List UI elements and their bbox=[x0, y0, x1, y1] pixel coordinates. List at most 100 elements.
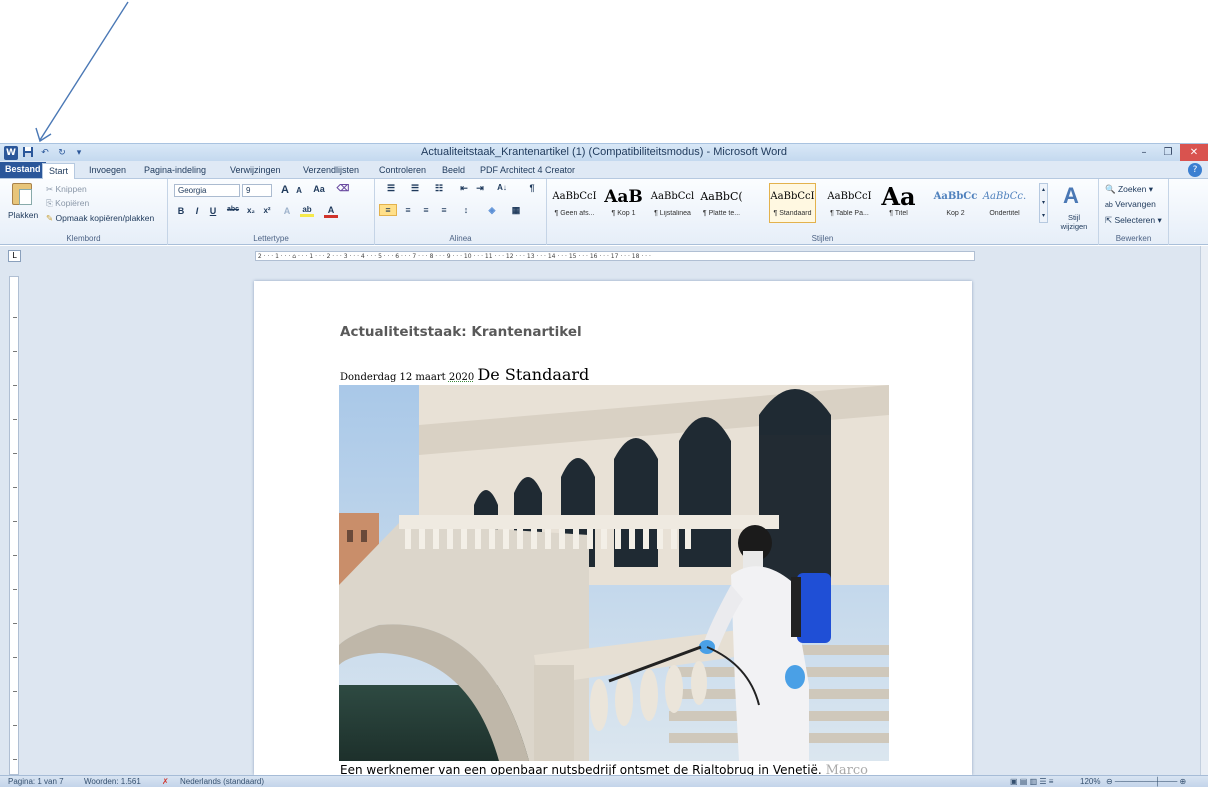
window-title: Actualiteitstaak_Krantenartikel (1) (Com… bbox=[421, 146, 787, 158]
style-standard[interactable]: AaBbCcI ¶ Standaard bbox=[769, 183, 816, 223]
tab-selector[interactable]: L bbox=[8, 250, 21, 262]
group-font: Georgia 9 A A Aa ⌫ B I U abc x₂ x² A ab … bbox=[168, 179, 375, 245]
line-spacing-icon[interactable]: ↕ bbox=[459, 205, 473, 215]
group-editing: 🔍 Zoeken ▾ ab Vervangen ⇱ Selecteren ▾ B… bbox=[1099, 179, 1169, 245]
article-date: Donderdag 12 maart bbox=[340, 372, 446, 383]
format-painter-button[interactable]: ✎ Opmaak kopiëren/plakken bbox=[46, 213, 154, 224]
select-arrow-icon: ⇱ bbox=[1105, 215, 1113, 225]
dateline: Donderdag 12 maart 2020 De Standaard bbox=[340, 365, 589, 384]
binoculars-icon: 🔍 bbox=[1105, 184, 1116, 194]
tab-insert[interactable]: Invoegen bbox=[83, 163, 132, 179]
shading-icon[interactable]: ◈ bbox=[485, 205, 499, 216]
tab-pdf-architect[interactable]: PDF Architect 4 Creator bbox=[474, 163, 581, 179]
help-icon[interactable]: ? bbox=[1188, 163, 1202, 177]
word-count[interactable]: Woorden: 1.561 bbox=[84, 777, 141, 786]
newspaper-name: De Standaard bbox=[477, 365, 590, 384]
document-title: Actualiteitstaak: Krantenartikel bbox=[340, 324, 582, 340]
format-painter-icon: ✎ bbox=[46, 213, 54, 223]
style-subtitle[interactable]: AaBbCc. Ondertitel bbox=[981, 183, 1028, 223]
tab-view[interactable]: Beeld bbox=[436, 163, 471, 179]
change-case-icon[interactable]: Aa bbox=[312, 184, 326, 194]
borders-icon[interactable]: ▦ bbox=[509, 205, 523, 216]
highlight-icon[interactable]: ab bbox=[300, 205, 314, 217]
align-right-icon[interactable]: ≡ bbox=[419, 205, 433, 215]
decrease-indent-icon[interactable]: ⇤ bbox=[457, 183, 471, 194]
article-photo[interactable] bbox=[339, 385, 889, 761]
increase-indent-icon[interactable]: ⇥ bbox=[473, 183, 487, 194]
group-label-clipboard: Klembord bbox=[66, 234, 101, 243]
replace-icon: ab bbox=[1105, 202, 1113, 209]
tab-start[interactable]: Start bbox=[42, 163, 76, 179]
view-buttons[interactable]: ▣ ▤ ▥ ☰ ≡ bbox=[1010, 777, 1053, 786]
page-count[interactable]: Pagina: 1 van 7 bbox=[8, 777, 64, 786]
replace-button[interactable]: ab Vervangen bbox=[1105, 199, 1156, 209]
clear-formatting-icon[interactable]: ⌫ bbox=[336, 183, 350, 194]
proofing-error-icon[interactable]: ✗ bbox=[162, 777, 169, 786]
grow-font-icon[interactable]: A bbox=[278, 184, 292, 196]
ribbon: Plakken ✂ Knippen ⎘ Kopiëren ✎ Opmaak ko… bbox=[0, 179, 1208, 245]
restore-button[interactable]: ❐ bbox=[1156, 144, 1180, 162]
annotation-arrow bbox=[35, 1, 129, 143]
horizontal-ruler[interactable]: 2 · · · 1 · · · ⌂ · · · 1 · · · 2 · · · … bbox=[255, 251, 975, 261]
close-button[interactable]: ✕ bbox=[1180, 144, 1208, 162]
styles-scroll[interactable]: ▴ ▾ ▾ bbox=[1039, 183, 1048, 223]
copy-button[interactable]: ⎘ Kopiëren bbox=[46, 198, 89, 209]
zoom-slider[interactable]: ⊖ ───────┼─── ⊕ bbox=[1106, 777, 1186, 786]
shrink-font-icon[interactable]: A bbox=[292, 186, 306, 195]
document-page[interactable]: Actualiteitstaak: Krantenartikel Donderd… bbox=[254, 281, 972, 778]
font-size-select[interactable]: 9 bbox=[242, 184, 272, 197]
word-window: W ↶ ↻ ▾ Actualiteitstaak_Krantenartikel … bbox=[0, 0, 1208, 787]
subscript-icon[interactable]: x₂ bbox=[244, 206, 258, 215]
ribbon-tabs: Bestand Start Invoegen Pagina-indeling V… bbox=[0, 161, 1208, 179]
vertical-ruler[interactable] bbox=[9, 276, 19, 775]
style-no-spacing[interactable]: AaBbCcI ¶ Geen afs... bbox=[551, 183, 598, 223]
style-heading-2[interactable]: AaBbCc Kop 2 bbox=[932, 183, 979, 223]
paste-icon[interactable] bbox=[12, 183, 32, 205]
group-label-styles: Stijlen bbox=[811, 234, 834, 243]
vertical-scrollbar[interactable] bbox=[1200, 246, 1208, 775]
font-color-icon[interactable]: A bbox=[324, 205, 338, 218]
change-styles-icon[interactable]: A bbox=[1063, 183, 1079, 209]
justify-icon[interactable]: ≡ bbox=[437, 205, 451, 215]
align-left-icon[interactable]: ≡ bbox=[379, 204, 397, 216]
bold-icon[interactable]: B bbox=[174, 206, 188, 216]
numbering-icon[interactable]: ☰ bbox=[405, 183, 425, 194]
multilevel-list-icon[interactable]: ☷ bbox=[429, 183, 449, 194]
style-heading-1[interactable]: AaB ¶ Kop 1 bbox=[600, 183, 647, 223]
group-paragraph: ☰ ☰ ☷ ⇤ ⇥ A↓ ¶ ≡ ≡ ≡ ≡ ↕ ◈ ▦ Alinea bbox=[375, 179, 547, 245]
minimize-button[interactable]: – bbox=[1132, 144, 1156, 162]
select-button[interactable]: ⇱ Selecteren ▾ bbox=[1105, 215, 1162, 226]
sort-icon[interactable]: A↓ bbox=[495, 183, 509, 192]
tab-file[interactable]: Bestand bbox=[0, 162, 46, 178]
document-area: L 2 · · · 1 · · · ⌂ · · · 1 · · · 2 · · … bbox=[0, 246, 1208, 778]
language-indicator[interactable]: Nederlands (standaard) bbox=[180, 777, 264, 786]
zoom-level[interactable]: 120% bbox=[1080, 777, 1100, 786]
style-list-paragraph[interactable]: AaBbCcl ¶ Lijstalinea bbox=[649, 183, 696, 223]
style-title[interactable]: Aa ¶ Titel bbox=[875, 183, 922, 223]
tab-mailings[interactable]: Verzendlijsten bbox=[297, 163, 365, 179]
change-styles-button[interactable]: Stijl wijzigen bbox=[1055, 213, 1093, 231]
group-label-font: Lettertype bbox=[253, 234, 289, 243]
strikethrough-icon[interactable]: abc bbox=[226, 206, 240, 213]
style-plain-text[interactable]: AaBbC(¶ Platte te... bbox=[698, 183, 745, 223]
title-bar: W ↶ ↻ ▾ Actualiteitstaak_Krantenartikel … bbox=[0, 143, 1208, 162]
superscript-icon[interactable]: x² bbox=[260, 206, 274, 215]
group-styles: AaBbCcI ¶ Geen afs... AaB ¶ Kop 1 AaBbCcl ¶… bbox=[547, 179, 1099, 245]
find-button[interactable]: 🔍 Zoeken ▾ bbox=[1105, 184, 1153, 195]
underline-icon[interactable]: U bbox=[206, 206, 220, 216]
tab-page-layout[interactable]: Pagina-indeling bbox=[138, 163, 212, 179]
font-name-select[interactable]: Georgia bbox=[174, 184, 240, 197]
cut-button[interactable]: ✂ Knippen bbox=[46, 184, 87, 195]
italic-icon[interactable]: I bbox=[190, 206, 204, 216]
text-effects-icon[interactable]: A bbox=[280, 206, 294, 216]
paste-button[interactable]: Plakken bbox=[8, 210, 38, 220]
group-clipboard: Plakken ✂ Knippen ⎘ Kopiëren ✎ Opmaak ko… bbox=[0, 179, 168, 245]
bullets-icon[interactable]: ☰ bbox=[381, 183, 401, 194]
align-center-icon[interactable]: ≡ bbox=[401, 205, 415, 215]
group-label-editing: Bewerken bbox=[1115, 234, 1152, 243]
status-bar: Pagina: 1 van 7 Woorden: 1.561 ✗ Nederla… bbox=[0, 775, 1208, 787]
style-table-paragraph[interactable]: AaBbCcI ¶ Table Pa... bbox=[826, 183, 873, 223]
tab-references[interactable]: Verwijzingen bbox=[224, 163, 287, 179]
pilcrow-icon[interactable]: ¶ bbox=[525, 183, 539, 193]
tab-review[interactable]: Controleren bbox=[373, 163, 432, 179]
